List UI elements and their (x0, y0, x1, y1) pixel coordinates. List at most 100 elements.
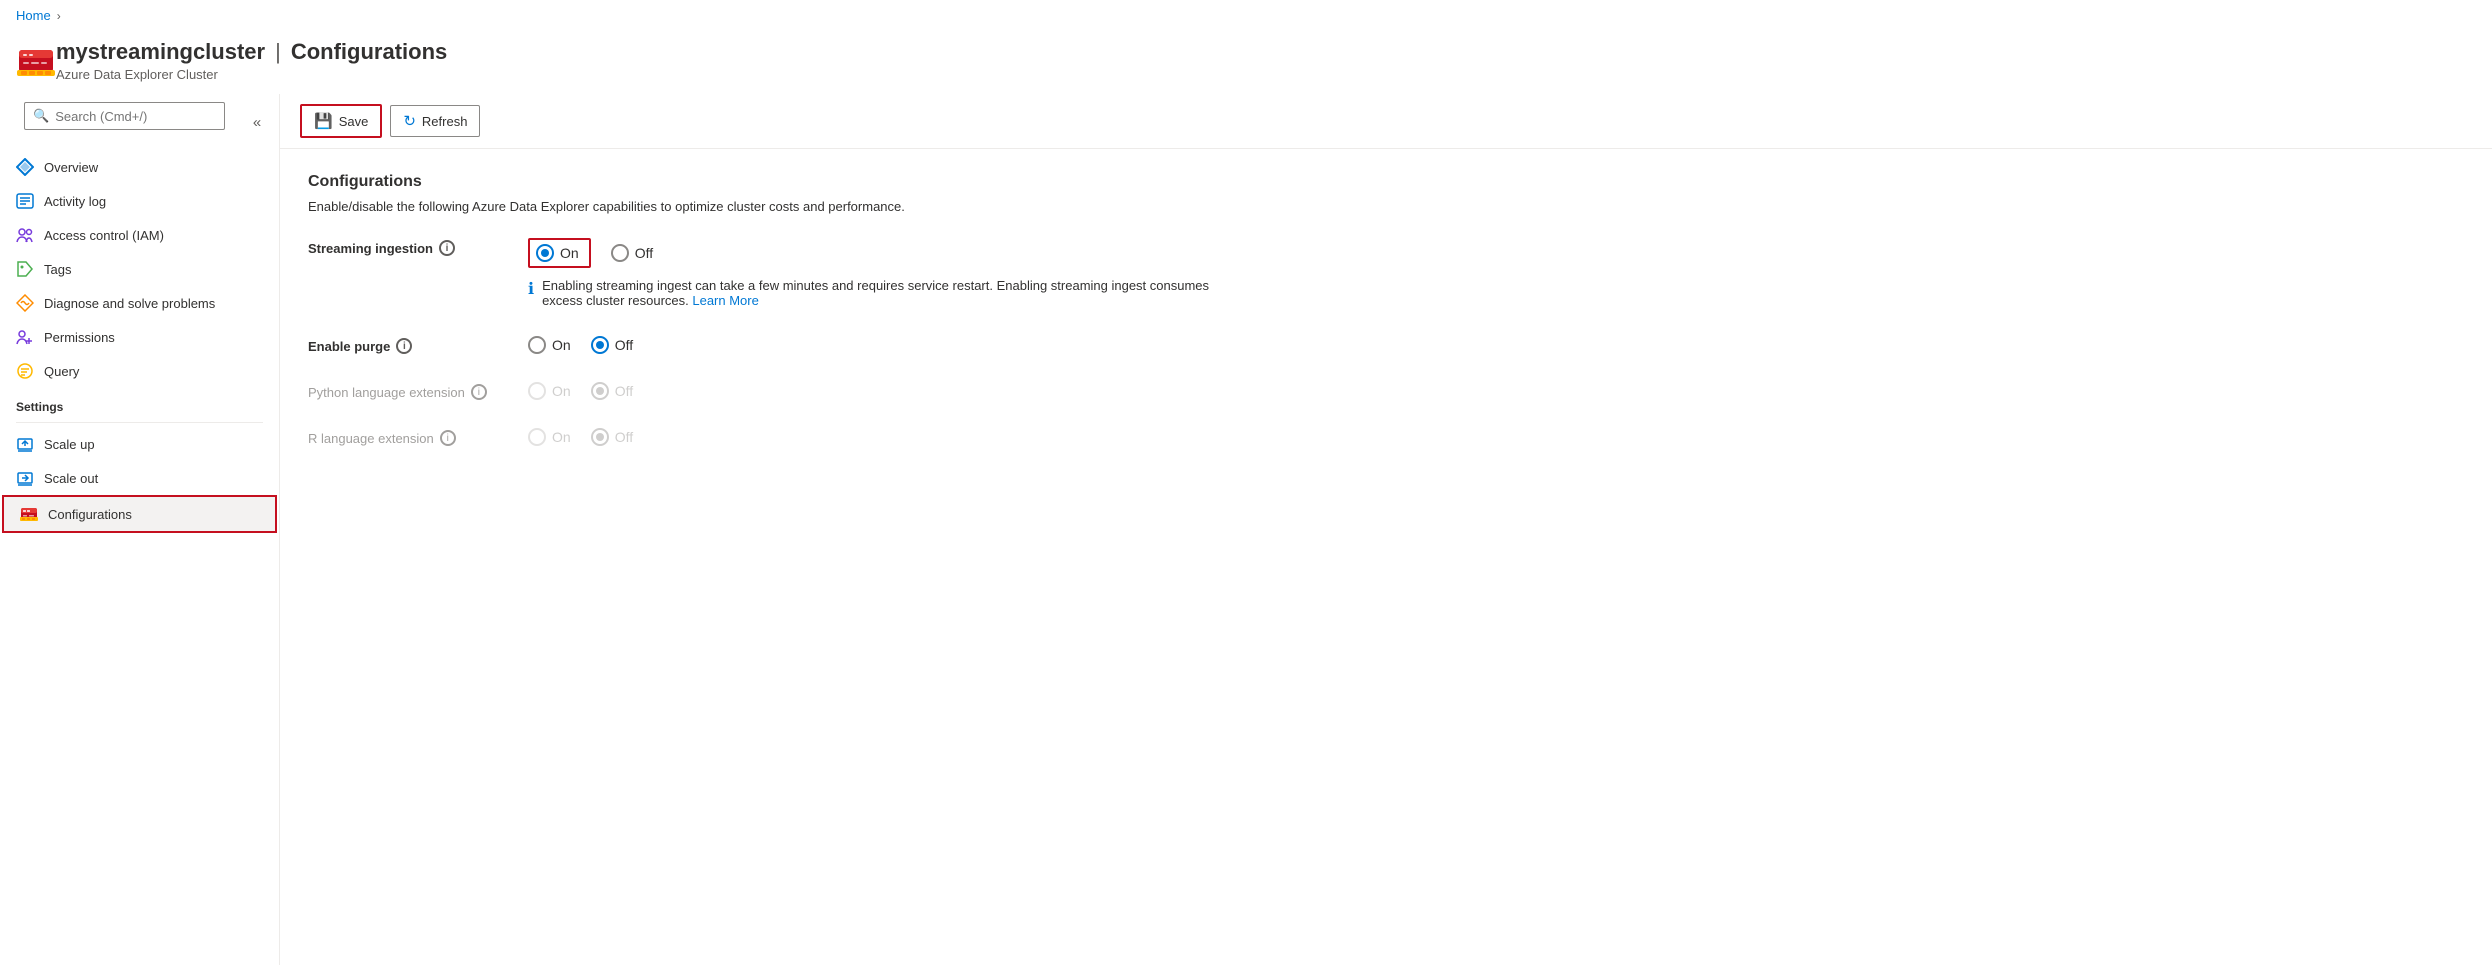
nav-label-permissions: Permissions (44, 330, 115, 345)
python-language-off-label: Off (615, 383, 633, 399)
info-banner-text: Enabling streaming ingest can take a few… (542, 278, 1228, 308)
streaming-ingestion-on-dot (541, 249, 549, 257)
python-language-on-option: On (528, 382, 571, 400)
permissions-icon (16, 328, 34, 346)
refresh-icon: ↻ (403, 112, 416, 130)
nav-label-scale-up: Scale up (44, 437, 95, 452)
enable-purge-row: Enable purge i On (308, 336, 2464, 354)
breadcrumb-home[interactable]: Home (16, 8, 51, 23)
enable-purge-on-label: On (552, 337, 571, 353)
streaming-ingestion-off-radio[interactable] (611, 244, 629, 262)
streaming-ingestion-info-banner: ℹ Enabling streaming ingest can take a f… (528, 278, 1228, 308)
nav-item-scale-up[interactable]: Scale up (0, 427, 279, 461)
nav-item-activity-log[interactable]: Activity log (0, 184, 279, 218)
nav-item-permissions[interactable]: Permissions (0, 320, 279, 354)
collapse-button[interactable]: « (243, 108, 271, 136)
page-title: Configurations (291, 39, 447, 65)
header-text: mystreamingcluster | Configurations Azur… (56, 39, 447, 82)
r-language-on-option: On (528, 428, 571, 446)
r-language-off-option: Off (591, 428, 633, 446)
save-label: Save (339, 114, 369, 129)
python-language-info-icon[interactable]: i (471, 384, 487, 400)
enable-purge-off-label: Off (615, 337, 633, 353)
enable-purge-info-icon[interactable]: i (396, 338, 412, 354)
r-language-off-dot (596, 433, 604, 441)
r-language-on-radio (528, 428, 546, 446)
enable-purge-radio-group: On Off (528, 336, 633, 354)
enable-purge-off-dot (596, 341, 604, 349)
search-input[interactable] (55, 109, 216, 124)
info-banner-icon: ℹ (528, 279, 534, 299)
nav-item-iam[interactable]: Access control (IAM) (0, 218, 279, 252)
streaming-ingestion-off-option[interactable]: Off (611, 244, 653, 262)
nav-label-iam: Access control (IAM) (44, 228, 164, 243)
r-language-info-icon[interactable]: i (440, 430, 456, 446)
refresh-button[interactable]: ↻ Refresh (390, 105, 480, 137)
overview-icon (16, 158, 34, 176)
r-language-radio-group: On Off (528, 428, 633, 446)
streaming-ingestion-row: Streaming ingestion i On (308, 238, 2464, 308)
streaming-ingestion-on-label: On (560, 245, 579, 261)
r-language-label: R language extension i (308, 428, 528, 446)
nav-item-query[interactable]: Query (0, 354, 279, 388)
python-language-row: Python language extension i On (308, 382, 2464, 400)
toolbar: 💾 Save ↻ Refresh (280, 94, 2492, 149)
python-language-on-label: On (552, 383, 571, 399)
sidebar: 🔍 « Overview (0, 94, 280, 965)
enable-purge-label: Enable purge i (308, 336, 528, 354)
enable-purge-off-radio[interactable] (591, 336, 609, 354)
r-language-off-label: Off (615, 429, 633, 445)
search-box[interactable]: 🔍 (24, 102, 225, 130)
learn-more-link[interactable]: Learn More (692, 293, 758, 308)
settings-section-label: Settings (0, 388, 279, 418)
save-button[interactable]: 💾 Save (300, 104, 382, 138)
r-language-off-radio (591, 428, 609, 446)
tags-icon (16, 260, 34, 278)
breadcrumb-sep: › (57, 9, 61, 23)
enable-purge-off-option[interactable]: Off (591, 336, 633, 354)
section-title: Configurations (308, 173, 2464, 191)
nav-label-configurations: Configurations (48, 507, 132, 522)
python-language-on-radio (528, 382, 546, 400)
scale-up-icon (16, 435, 34, 453)
refresh-label: Refresh (422, 114, 468, 129)
python-language-off-dot (596, 387, 604, 395)
streaming-ingestion-on-radio[interactable] (536, 244, 554, 262)
nav-item-diagnose[interactable]: Diagnose and solve problems (0, 286, 279, 320)
enable-purge-on-radio[interactable] (528, 336, 546, 354)
cluster-name: mystreamingcluster (56, 39, 265, 65)
streaming-ingestion-controls: On Off ℹ Enabling streaming ingest can t… (528, 238, 1228, 308)
nav-label-diagnose: Diagnose and solve problems (44, 296, 215, 311)
enable-purge-controls: On Off (528, 336, 633, 354)
page-header: mystreamingcluster | Configurations Azur… (0, 31, 2492, 94)
save-icon: 💾 (314, 112, 333, 130)
enable-purge-on-option[interactable]: On (528, 336, 571, 354)
streaming-ingestion-radio-group: On Off (528, 238, 1228, 268)
search-icon: 🔍 (33, 108, 49, 124)
cluster-icon (16, 41, 56, 81)
streaming-ingestion-off-label: Off (635, 245, 653, 261)
configurations-content: Configurations Enable/disable the follow… (280, 149, 2492, 498)
r-language-row: R language extension i On (308, 428, 2464, 446)
streaming-ingestion-on-option[interactable]: On (528, 238, 591, 268)
python-language-label: Python language extension i (308, 382, 528, 400)
diagnose-icon (16, 294, 34, 312)
nav-item-configurations[interactable]: Configurations (2, 495, 277, 533)
streaming-ingestion-label: Streaming ingestion i (308, 238, 528, 256)
nav-item-tags[interactable]: Tags (0, 252, 279, 286)
header-divider: | (275, 39, 281, 65)
nav-label-tags: Tags (44, 262, 71, 277)
configurations-icon (20, 505, 38, 523)
scale-out-icon (16, 469, 34, 487)
nav-item-scale-out[interactable]: Scale out (0, 461, 279, 495)
r-language-controls: On Off (528, 428, 633, 446)
r-language-on-label: On (552, 429, 571, 445)
search-row: 🔍 « (0, 102, 279, 150)
python-language-off-option: Off (591, 382, 633, 400)
nav-item-overview[interactable]: Overview (0, 150, 279, 184)
breadcrumb: Home › (0, 0, 2492, 31)
main-content: 💾 Save ↻ Refresh Configurations Enable/d… (280, 94, 2492, 965)
streaming-ingestion-info-icon[interactable]: i (439, 240, 455, 256)
nav-label-scale-out: Scale out (44, 471, 98, 486)
python-language-radio-group: On Off (528, 382, 633, 400)
